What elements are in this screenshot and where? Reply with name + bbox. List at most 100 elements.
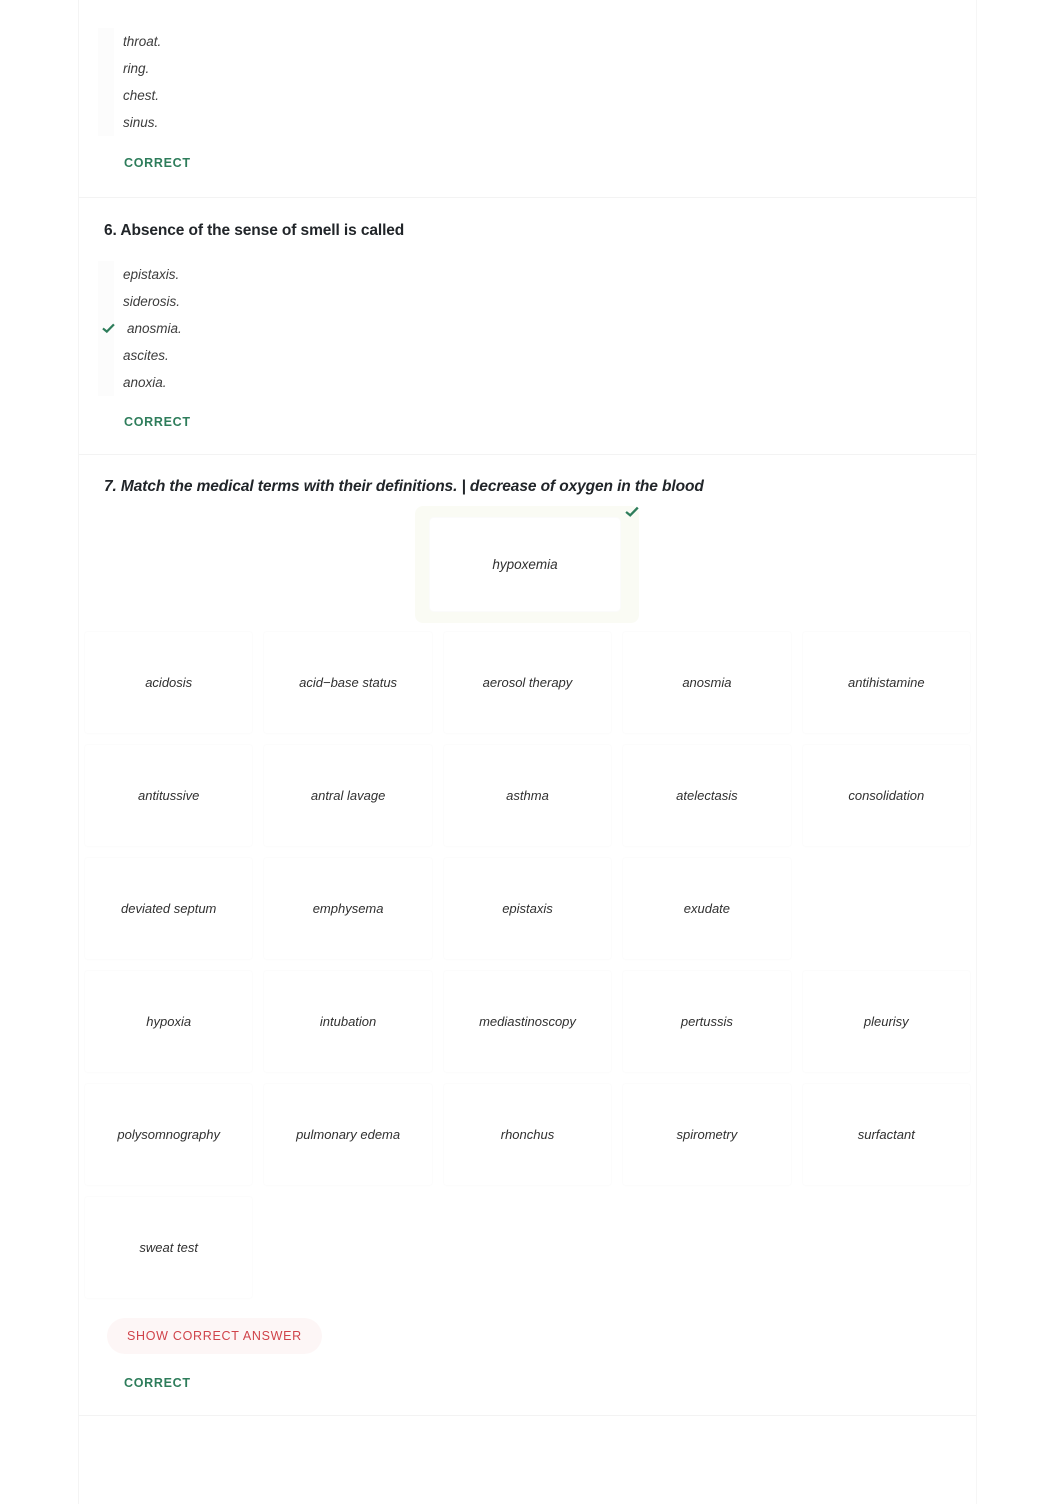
question-title-7: 7. Match the medical terms with their de…: [104, 478, 704, 495]
word-bank-grid: acidosis acid−base status aerosol therapy a…: [79, 626, 976, 1304]
word-card[interactable]: exudate: [617, 852, 797, 965]
word-card[interactable]: pulmonary edema: [258, 1078, 438, 1191]
word-card-label: antral lavage: [310, 788, 386, 803]
word-card-label: mediastinoscopy: [479, 1014, 576, 1029]
word-card[interactable]: polysomnography: [79, 1078, 259, 1191]
word-card-label: emphysema: [312, 901, 384, 916]
word-card-label: consolidation: [848, 788, 925, 803]
question-block-6: 6. Absence of the sense of smell is call…: [79, 198, 976, 454]
word-card-label: pleurisy: [863, 1014, 909, 1029]
word-card[interactable]: deviated septum: [79, 852, 259, 965]
word-card-label: asthma: [506, 788, 549, 803]
word-card[interactable]: anosmia: [617, 626, 797, 739]
word-card-empty: [617, 1191, 797, 1304]
choice-item[interactable]: ascites.: [79, 342, 976, 369]
container-edge-right: [976, 0, 977, 1504]
choice-label: ring.: [123, 61, 150, 76]
status-badge-correct: CORRECT: [124, 156, 191, 170]
word-card-label: spirometry: [676, 1127, 738, 1142]
word-card-label: epistaxis: [502, 901, 553, 916]
word-card[interactable]: antihistamine: [796, 626, 976, 739]
choice-label: anosmia.: [127, 321, 182, 336]
word-card[interactable]: pertussis: [617, 965, 797, 1078]
word-card[interactable]: pleurisy: [796, 965, 976, 1078]
word-card[interactable]: acidosis: [79, 626, 259, 739]
word-card-label: sweat test: [139, 1240, 198, 1255]
choice-item[interactable]: chest.: [79, 82, 976, 109]
choice-label: siderosis.: [123, 294, 181, 309]
question-block-7: 7. Match the medical terms with their de…: [79, 455, 976, 1415]
quiz-review-page: throat. ring. chest. sinus. CORRECT 6. A…: [0, 0, 1062, 1504]
word-card-surface: [803, 1197, 970, 1298]
word-card-surface: [803, 858, 970, 959]
word-card[interactable]: consolidation: [796, 739, 976, 852]
word-card-empty: [437, 1191, 618, 1304]
show-correct-answer-button[interactable]: SHOW CORRECT ANSWER: [107, 1318, 322, 1354]
word-card[interactable]: mediastinoscopy: [437, 965, 618, 1078]
word-card-label: anosmia: [682, 675, 732, 690]
choice-label: anoxia.: [123, 375, 167, 390]
show-answer-row: SHOW CORRECT ANSWER: [79, 1304, 976, 1376]
word-card[interactable]: epistaxis: [437, 852, 618, 965]
word-card-empty: [258, 1191, 438, 1304]
word-card[interactable]: antral lavage: [258, 739, 438, 852]
selected-answer-card[interactable]: hypoxemia: [430, 518, 620, 611]
choice-label: throat.: [123, 34, 162, 49]
word-card-label: intubation: [319, 1014, 377, 1029]
word-card-surface: [444, 1197, 611, 1298]
status-badge-correct: CORRECT: [124, 415, 191, 429]
word-card-label: pertussis: [680, 1014, 733, 1029]
word-card[interactable]: antitussive: [79, 739, 259, 852]
word-card[interactable]: hypoxia: [79, 965, 259, 1078]
choice-item-selected[interactable]: anosmia.: [79, 315, 976, 342]
question-title-6: 6. Absence of the sense of smell is call…: [104, 222, 405, 239]
choice-label: sinus.: [123, 115, 159, 130]
word-card-surface: [264, 1197, 431, 1298]
word-card-label: surfactant: [857, 1127, 915, 1142]
word-card[interactable]: acid−base status: [258, 626, 438, 739]
word-card-label: acid−base status: [299, 675, 398, 690]
word-card-label: pulmonary edema: [296, 1127, 401, 1142]
question-block-5: throat. ring. chest. sinus. CORRECT: [79, 0, 976, 197]
word-card-label: polysomnography: [117, 1127, 220, 1142]
choice-item[interactable]: throat.: [79, 28, 976, 55]
word-card[interactable]: emphysema: [258, 852, 438, 965]
choice-label: epistaxis.: [123, 267, 180, 282]
word-card-surface: [623, 1197, 790, 1298]
word-card-label: hypoxia: [146, 1014, 192, 1029]
choice-label: chest.: [123, 88, 160, 103]
section-divider: [79, 1415, 976, 1416]
choice-label: ascites.: [123, 348, 169, 363]
checkmark-icon: [100, 321, 116, 337]
word-card-empty: [796, 852, 976, 965]
status-badge-correct: CORRECT: [124, 1376, 191, 1390]
word-card-label: atelectasis: [676, 788, 738, 803]
word-card-label: antihistamine: [847, 675, 925, 690]
word-card[interactable]: sweat test: [79, 1191, 259, 1304]
quiz-content: throat. ring. chest. sinus. CORRECT 6. A…: [79, 0, 976, 1416]
word-card-label: aerosol therapy: [482, 675, 573, 690]
choice-item[interactable]: siderosis.: [79, 288, 976, 315]
word-card[interactable]: aerosol therapy: [437, 626, 618, 739]
choice-item[interactable]: epistaxis.: [79, 261, 976, 288]
word-card-label: exudate: [683, 901, 731, 916]
word-card[interactable]: asthma: [437, 739, 618, 852]
choice-item[interactable]: anoxia.: [79, 369, 976, 396]
word-card[interactable]: rhonchus: [437, 1078, 618, 1191]
word-card[interactable]: spirometry: [617, 1078, 797, 1191]
checkmark-icon: [624, 504, 640, 520]
selected-answer-slot: hypoxemia: [79, 496, 976, 626]
word-card[interactable]: atelectasis: [617, 739, 797, 852]
word-card[interactable]: intubation: [258, 965, 438, 1078]
choice-list-5: throat. ring. chest. sinus.: [79, 28, 976, 136]
word-card[interactable]: surfactant: [796, 1078, 976, 1191]
word-card-label: deviated septum: [120, 901, 217, 916]
word-card-label: acidosis: [145, 675, 193, 690]
word-card-empty: [796, 1191, 976, 1304]
word-card-label: antitussive: [137, 788, 200, 803]
choice-item[interactable]: sinus.: [79, 109, 976, 136]
choice-list-6: epistaxis. siderosis. anosmia. ascites.: [79, 261, 976, 396]
word-card-label: rhonchus: [500, 1127, 555, 1142]
choice-item[interactable]: ring.: [79, 55, 976, 82]
selected-answer-label: hypoxemia: [492, 557, 558, 572]
